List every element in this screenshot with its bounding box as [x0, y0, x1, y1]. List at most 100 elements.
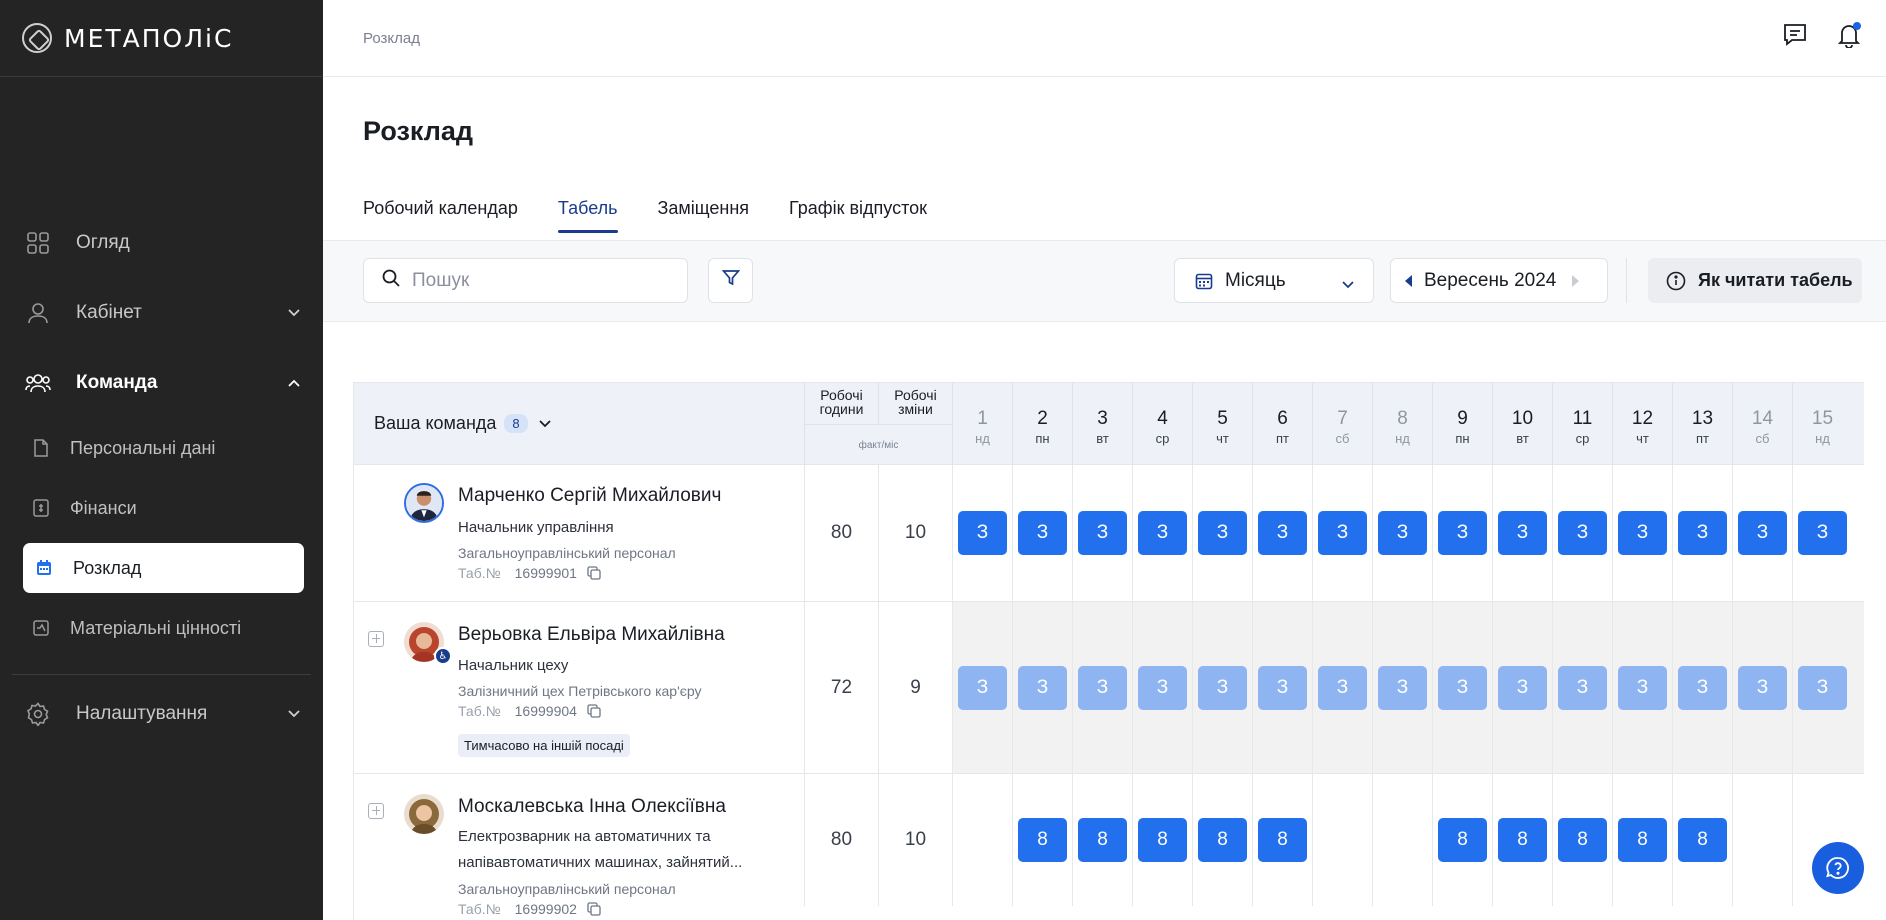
day-cell[interactable]: З [1192, 602, 1252, 773]
avatar[interactable] [404, 794, 444, 834]
day-cell[interactable]: З [1132, 602, 1192, 773]
day-cell[interactable]: 8 [1192, 774, 1252, 906]
shift-chip[interactable]: 8 [1678, 818, 1727, 862]
day-cell[interactable] [1732, 774, 1792, 906]
shift-chip[interactable]: З [1318, 511, 1367, 555]
day-cell[interactable]: З [1432, 465, 1492, 601]
shift-chip[interactable]: З [1138, 665, 1187, 710]
shift-chip[interactable]: З [958, 665, 1007, 710]
shift-chip[interactable]: З [1138, 511, 1187, 555]
shift-chip[interactable]: 8 [1558, 818, 1607, 862]
shift-chip[interactable]: З [1678, 665, 1727, 710]
copy-icon[interactable] [587, 566, 601, 580]
support-button[interactable] [1812, 842, 1864, 894]
day-cell[interactable]: 8 [1612, 774, 1672, 906]
copy-icon[interactable] [587, 704, 601, 718]
prev-month-icon[interactable] [1405, 274, 1412, 287]
day-cell[interactable]: З [1792, 465, 1852, 601]
day-cell[interactable]: З [1072, 602, 1132, 773]
bell-icon[interactable] [1836, 22, 1862, 49]
shift-chip[interactable]: З [1318, 665, 1367, 710]
day-cell[interactable]: 8 [1012, 774, 1072, 906]
shift-chip[interactable]: 8 [1618, 818, 1667, 862]
sidebar-item-overview[interactable]: Огляд [0, 208, 323, 278]
shift-chip[interactable]: З [1258, 665, 1307, 710]
avatar[interactable] [404, 483, 444, 523]
day-cell[interactable]: З [1732, 602, 1792, 773]
shift-chip[interactable]: 8 [1498, 818, 1547, 862]
day-cell[interactable]: 8 [1672, 774, 1732, 906]
day-cell[interactable]: З [1012, 602, 1072, 773]
employee-name[interactable]: Москалевська Інна Олексіївна [458, 796, 726, 818]
shift-chip[interactable]: З [1618, 511, 1667, 555]
day-cell[interactable]: З [1432, 602, 1492, 773]
employee-name[interactable]: Верьовка Ельвіра Михайлівна [458, 624, 725, 646]
copy-icon[interactable] [587, 902, 601, 916]
shift-chip[interactable]: 8 [1258, 818, 1307, 862]
day-cell[interactable]: З [1672, 602, 1732, 773]
day-cell[interactable]: З [1132, 465, 1192, 601]
shift-chip[interactable]: З [1798, 665, 1847, 710]
day-cell[interactable]: З [1612, 602, 1672, 773]
day-cell[interactable]: З [1312, 602, 1372, 773]
sidebar-item-cabinet[interactable]: Кабінет [0, 278, 323, 348]
shift-chip[interactable]: З [1378, 511, 1427, 555]
table-row[interactable]: Марченко Сергій Михайлович Начальник упр… [354, 465, 1864, 602]
chat-icon[interactable] [1782, 22, 1808, 48]
tab-work-calendar[interactable]: Робочий календар [363, 198, 518, 233]
shift-chip[interactable]: З [1018, 665, 1067, 710]
shift-chip[interactable]: 8 [1078, 818, 1127, 862]
day-cell[interactable]: 8 [1132, 774, 1192, 906]
day-cell[interactable]: 8 [1072, 774, 1132, 906]
shift-chip[interactable]: З [1738, 665, 1787, 710]
shift-chip[interactable]: З [1438, 511, 1487, 555]
shift-chip[interactable]: З [1078, 511, 1127, 555]
shift-chip[interactable]: З [1618, 665, 1667, 710]
day-cell[interactable]: З [1732, 465, 1792, 601]
tab-substitution[interactable]: Заміщення [658, 198, 750, 233]
next-month-icon[interactable] [1572, 274, 1580, 287]
sidebar-item-team[interactable]: Команда [0, 348, 323, 418]
shift-chip[interactable]: З [1258, 511, 1307, 555]
day-cell[interactable]: З [1672, 465, 1732, 601]
day-cell[interactable]: З [1492, 465, 1552, 601]
day-cell[interactable]: З [1552, 602, 1612, 773]
day-cell[interactable]: З [1612, 465, 1672, 601]
sidebar-item-assets[interactable]: Матеріальні цінності [0, 598, 323, 658]
expand-icon[interactable] [368, 803, 384, 819]
day-cell[interactable]: З [1552, 465, 1612, 601]
table-row[interactable]: Москалевська Інна Олексіївна Електрозвар… [354, 774, 1864, 920]
day-cell[interactable]: З [1252, 602, 1312, 773]
shift-chip[interactable]: З [1018, 511, 1067, 555]
day-cell[interactable]: З [1252, 465, 1312, 601]
shift-chip[interactable]: З [1738, 511, 1787, 555]
shift-chip[interactable]: З [1498, 511, 1547, 555]
filter-button[interactable] [708, 258, 753, 303]
day-cell[interactable]: 8 [1252, 774, 1312, 906]
shift-chip[interactable]: З [1378, 665, 1427, 710]
shift-chip[interactable]: З [1198, 511, 1247, 555]
day-cell[interactable]: З [1312, 465, 1372, 601]
shift-chip[interactable]: З [958, 511, 1007, 555]
employee-name[interactable]: Марченко Сергій Михайлович [458, 485, 721, 507]
day-cell[interactable]: З [1012, 465, 1072, 601]
tab-timesheet[interactable]: Табель [557, 198, 618, 233]
period-select[interactable]: Місяць [1174, 258, 1374, 303]
shift-chip[interactable]: 8 [1018, 818, 1067, 862]
table-row[interactable]: ♿ Верьовка Ельвіра Михайлівна Начальник … [354, 602, 1864, 774]
day-cell[interactable]: З [1492, 602, 1552, 773]
expand-icon[interactable] [368, 631, 384, 647]
shift-chip[interactable]: 8 [1138, 818, 1187, 862]
shift-chip[interactable]: З [1558, 511, 1607, 555]
sidebar-item-personal-data[interactable]: Персональні дані [0, 418, 323, 478]
shift-chip[interactable]: 8 [1438, 818, 1487, 862]
day-cell[interactable] [1312, 774, 1372, 906]
shift-chip[interactable]: З [1498, 665, 1547, 710]
day-cell[interactable]: З [1192, 465, 1252, 601]
day-cell[interactable] [1372, 774, 1432, 906]
shift-chip[interactable]: З [1078, 665, 1127, 710]
shift-chip[interactable]: З [1678, 511, 1727, 555]
shift-chip[interactable]: З [1438, 665, 1487, 710]
day-cell[interactable]: 8 [1552, 774, 1612, 906]
logo[interactable]: МЕТАПОЛіС [0, 0, 323, 77]
